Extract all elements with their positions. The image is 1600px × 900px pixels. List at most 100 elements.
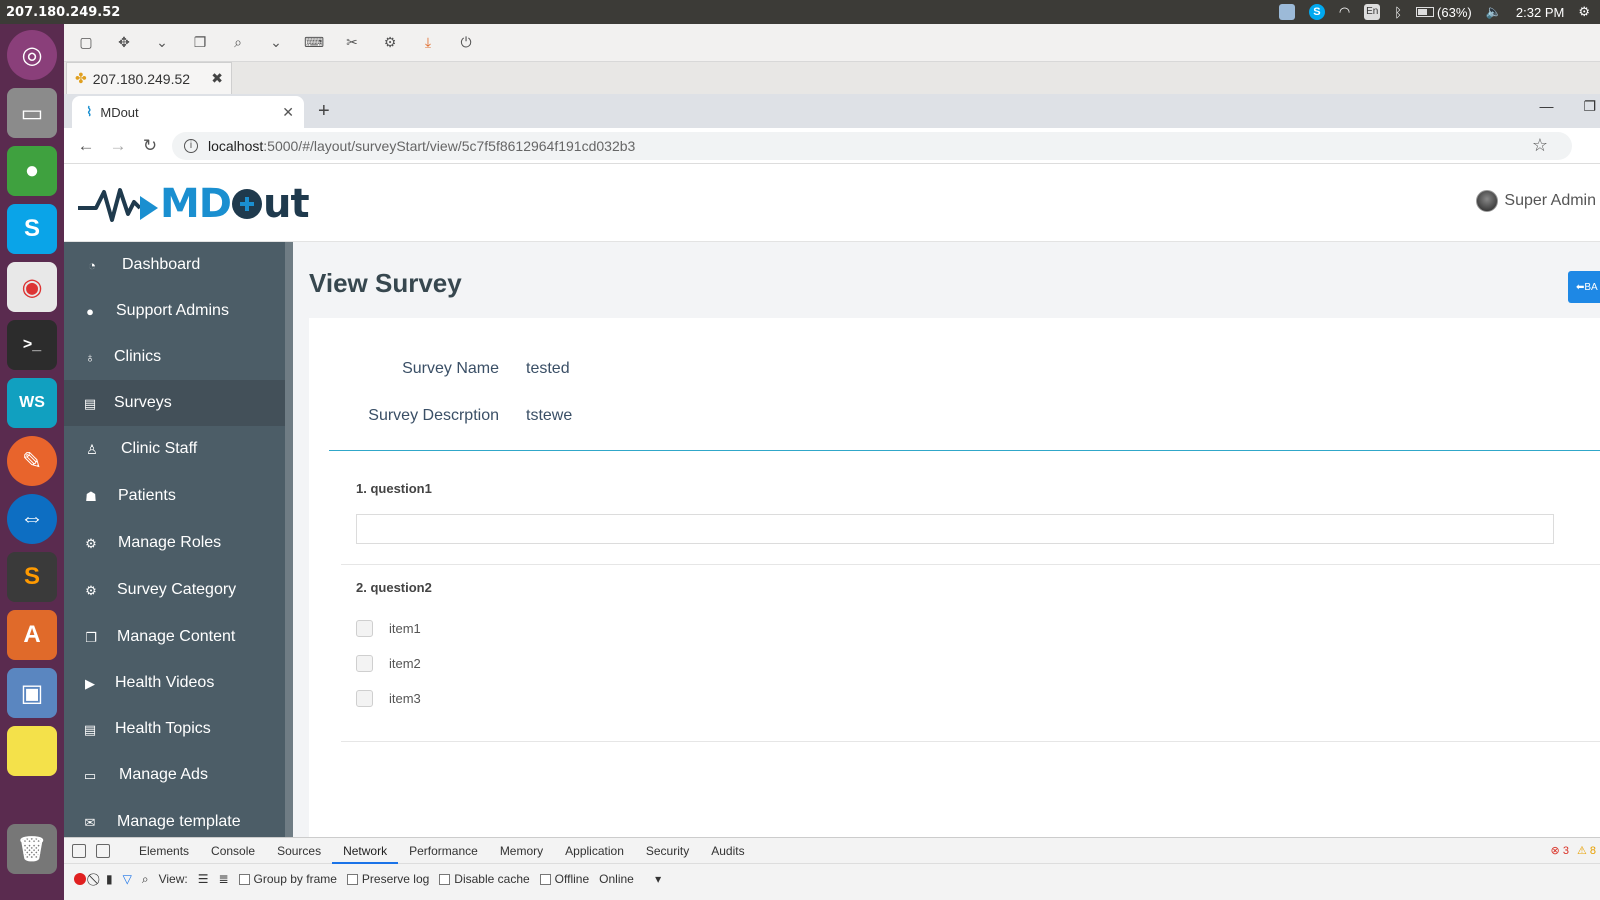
download-icon[interactable]: ⤓ [416,32,440,54]
windows-icon[interactable]: ❐ [188,32,212,54]
devtools-tab-sources[interactable]: Sources [266,838,332,864]
skype-icon[interactable]: S [7,204,57,254]
settings-icon[interactable]: ⚙ [378,32,402,54]
keyboard-icon[interactable]: ⌨ [302,32,326,54]
checkbox[interactable] [356,655,373,672]
list-view-icon[interactable]: ☰ [198,872,209,886]
inspect-element-icon[interactable] [72,843,86,858]
system-gear-icon[interactable]: ⚙ [1578,4,1590,20]
checkbox[interactable] [439,873,451,885]
software-center-icon[interactable]: A [7,610,57,660]
teamviewer-icon[interactable]: ⇔ [7,494,57,544]
sidebar-item-support-admins[interactable]: ● Support Admins [64,288,285,334]
devtools-tab-security[interactable]: Security [635,838,700,864]
sidebar-item-manage-ads[interactable]: ▭ Manage Ads [64,752,285,798]
minimize-icon[interactable]: — [1539,98,1553,115]
browser-tab[interactable]: ⌇ MDout ✕ [72,96,304,128]
skype-tray-icon[interactable]: S [1308,4,1325,20]
clock[interactable]: 2:32 PM [1516,5,1564,20]
sidebar-item-health-videos[interactable]: ▶ Health Videos [64,660,285,706]
mdout-logo[interactable]: MD ut [78,184,310,224]
sidebar-item-clinic-staff[interactable]: ♙ Clinic Staff [64,426,285,472]
sidebar-item-survey-category[interactable]: ⚙ Survey Category [64,567,285,613]
checkbox[interactable] [238,873,250,885]
forward-icon[interactable]: → [102,136,134,156]
devtools-tab-performance[interactable]: Performance [398,838,489,864]
sidebar-item-clinics[interactable]: ♁ Clinics [64,334,285,380]
postman-icon[interactable]: ✎ [7,436,57,486]
search-icon[interactable]: ⌕ [142,872,149,887]
disable-cache-checkbox[interactable]: Disable cache [439,872,530,886]
back-button[interactable]: ⬅ BA [1568,271,1600,303]
restore-icon[interactable]: ❐ [1583,98,1596,115]
throttling-select[interactable]: Online ▾ [599,872,661,886]
devtools-tab-application[interactable]: Application [554,838,635,864]
sidebar-item-surveys[interactable]: ▤ Surveys [64,380,285,426]
preserve-log-checkbox[interactable]: Preserve log [346,872,429,886]
checkbox[interactable] [356,620,373,637]
camera-icon[interactable]: ▮ [106,872,113,886]
sublime-text-icon[interactable]: S [7,552,57,602]
group-by-frame-checkbox[interactable]: Group by frame [238,872,337,886]
sidebar-scrollbar[interactable] [285,242,293,837]
keyboard-lang-indicator[interactable]: En [1364,4,1381,20]
devtools-tab-audits[interactable]: Audits [700,838,755,864]
files-icon[interactable]: ▭ [7,88,57,138]
terminal-icon[interactable]: >_ [7,320,57,370]
checkbox[interactable] [356,690,373,707]
zoom-dropdown-icon[interactable]: ⌄ [264,32,288,54]
volume-muted-icon[interactable]: 🔈 [1486,4,1502,20]
close-session-icon[interactable]: ✖ [211,70,223,87]
move-icon[interactable]: ✥ [112,32,136,54]
zoom-icon[interactable]: ⌕ [226,32,250,54]
bookmark-star-icon[interactable]: ☆ [1532,135,1548,156]
device-toolbar-icon[interactable] [96,843,110,858]
reload-icon[interactable]: ↻ [134,136,166,156]
sidebar-item-dashboard[interactable]: ◔ Dashboard [64,242,285,288]
checkbox[interactable] [346,873,358,885]
chrome-icon[interactable]: ◉ [7,262,57,312]
sticky-notes-icon[interactable] [7,726,57,776]
sidebar-item-label: Dashboard [122,256,201,273]
back-icon[interactable]: ← [70,136,102,156]
question1-answer-input[interactable] [356,514,1554,544]
devtools-tab-elements[interactable]: Elements [128,838,200,864]
checkbox-option[interactable]: item2 [356,655,421,672]
trash-icon[interactable]: 🗑 [7,824,57,874]
new-tab-button[interactable]: + [318,100,330,123]
remote-desktop-icon[interactable]: ▣ [7,668,57,718]
sidebar-item-patients[interactable]: ☗ Patients [64,473,285,519]
window-controls: — ❐ [1539,98,1600,115]
devtools-tab-network[interactable]: Network [332,838,399,864]
sidebar-item-manage-content[interactable]: ❐ Manage Content [64,614,285,660]
site-info-icon[interactable]: i [184,138,198,153]
checkbox[interactable] [539,873,551,885]
devtools-issue-counts[interactable]: ⊗ 3 ⚠ 8 [1551,844,1596,857]
devtools-tab-memory[interactable]: Memory [489,838,554,864]
waterfall-view-icon[interactable]: ≣ [218,872,228,886]
record-icon[interactable] [74,873,86,885]
remote-session-tab[interactable]: ✤ 207.180.249.52 ✖ [66,62,232,94]
checkbox-option[interactable]: item1 [356,620,421,637]
close-tab-icon[interactable]: ✕ [282,104,294,121]
dropdown-chevron-icon[interactable]: ⌄ [150,32,174,54]
webstorm-icon[interactable]: WS [7,378,57,428]
ubuntu-dash-icon[interactable]: ◎ [7,30,57,80]
remote-viewer-indicator-icon[interactable] [1278,4,1295,20]
sidebar-item-health-topics[interactable]: ▤ Health Topics [64,706,285,752]
wifi-icon[interactable]: ◠ [1339,4,1350,20]
sidebar-item-manage-template[interactable]: ✉ Manage template [64,799,285,837]
devtools-tab-console[interactable]: Console [200,838,266,864]
disconnect-icon[interactable]: ⏻ [454,32,478,54]
user-menu[interactable]: Super Admin [1476,190,1596,212]
tools-icon[interactable]: ✂ [340,32,364,54]
filter-icon[interactable]: ▽ [123,872,132,886]
address-bar[interactable]: i localhost:5000/#/layout/surveyStart/vi… [172,131,1572,160]
sidebar-item-manage-roles[interactable]: ⚙ Manage Roles [64,520,285,566]
offline-checkbox[interactable]: Offline [539,872,589,886]
fullscreen-icon[interactable]: ▢ [74,32,98,54]
bluetooth-icon[interactable]: ᛒ [1394,5,1402,20]
checkbox-option[interactable]: item3 [356,690,421,707]
battery-indicator[interactable]: (63%) [1416,5,1472,20]
remote-app-icon[interactable]: ● [7,146,57,196]
